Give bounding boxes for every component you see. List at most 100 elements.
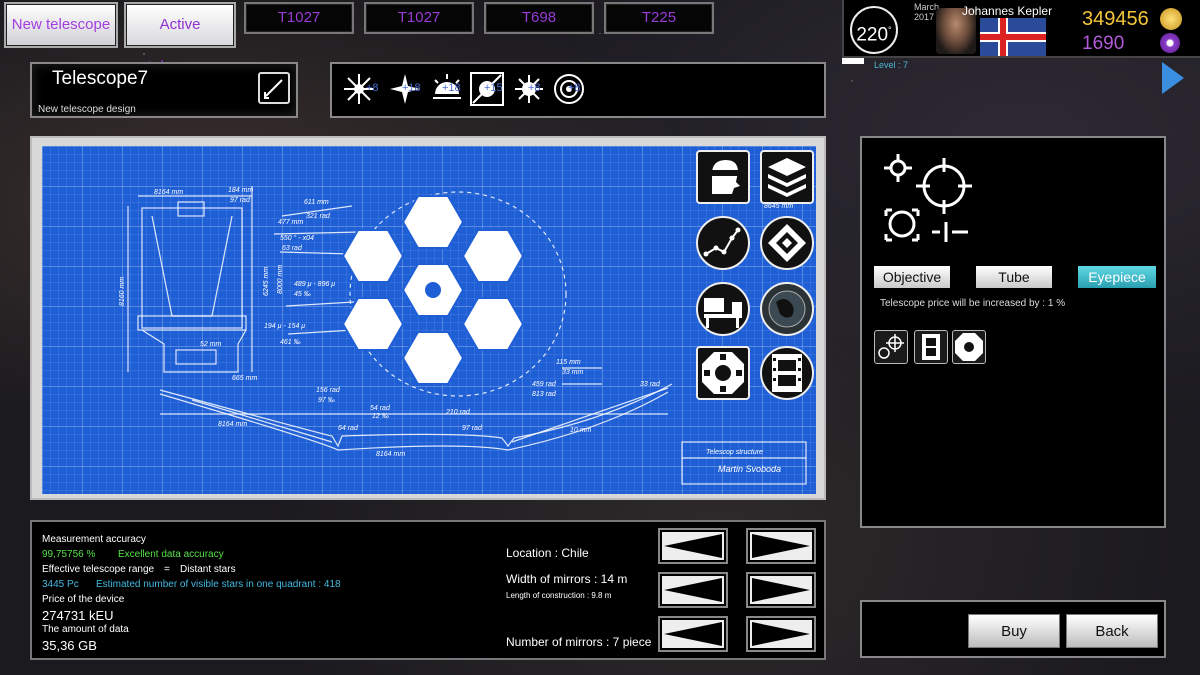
- blueprint-dimension: 97 rad: [462, 425, 483, 432]
- accuracy-label: Measurement accuracy: [42, 534, 146, 545]
- width-next-button[interactable]: [746, 572, 816, 608]
- back-button[interactable]: Back: [1066, 614, 1158, 648]
- blueprint-dimension: 97 ‰: [318, 397, 335, 404]
- date-year: 2017: [914, 12, 934, 22]
- blueprint-dimension: 459 rad: [532, 381, 557, 388]
- blueprint-dimension: 8164 mm: [218, 421, 247, 428]
- rename-button[interactable]: [258, 72, 290, 104]
- engineer-icon: [698, 152, 748, 202]
- film-strip-icon: [762, 348, 812, 398]
- tab-new-telescope[interactable]: New telescope: [4, 2, 118, 48]
- effects-panel: +8 +18 +18 +15 +8 +8: [330, 62, 826, 118]
- location-label: Location : Chile: [506, 546, 589, 560]
- day-counter: 220°: [850, 6, 898, 54]
- data-value: 35,36 GB: [42, 638, 97, 653]
- central-hole: [425, 282, 441, 298]
- mirror-width-label: Width of mirrors : 14 m: [506, 572, 627, 586]
- blueprint-dimension: 45 ‰: [294, 291, 311, 298]
- blueprint-dimension: 33 mm: [562, 369, 584, 376]
- accuracy-value: 99,75756 %: [42, 549, 95, 560]
- tab-active-telescope[interactable]: Active telescope: [124, 2, 236, 48]
- blueprint-dimension: 8164 mm: [154, 189, 183, 196]
- range-equals: =: [164, 564, 170, 575]
- blueprint-dimension: 611 mm: [304, 199, 329, 206]
- blueprint-dimension: 194 μ - 154 μ: [264, 323, 305, 330]
- option-eyepiece-button[interactable]: [952, 330, 986, 364]
- accuracy-desc: Excellent data accuracy: [118, 549, 224, 560]
- tool-engineer-button[interactable]: [696, 150, 750, 204]
- range-label: Effective telescope range: [42, 564, 154, 575]
- telescope-name-panel: Telescope7 New telescope design: [30, 62, 298, 118]
- blueprint-dimension: 461 ‰: [280, 339, 301, 346]
- tool-globe-button[interactable]: [760, 282, 814, 336]
- buy-button[interactable]: Buy: [968, 614, 1060, 648]
- construction-length-label: Length of construction : 9.8 m: [506, 591, 611, 600]
- count-next-button[interactable]: [746, 616, 816, 652]
- eyepiece-module-icon: [953, 331, 985, 363]
- blueprint-dimension: 33 rad: [640, 381, 661, 388]
- location-next-button[interactable]: [746, 528, 816, 564]
- option-crosshair-button[interactable]: [874, 330, 908, 364]
- tool-constellation-button[interactable]: [696, 216, 750, 270]
- blueprint-dimension: 184 mm: [228, 187, 253, 194]
- visible-stars: Estimated number of visible stars in one…: [96, 579, 341, 590]
- tab-telescope-t698[interactable]: T698: [484, 2, 594, 34]
- arrow-left-icon: [660, 574, 726, 606]
- range-value: Distant stars: [180, 564, 236, 575]
- tool-layers-button[interactable]: [760, 150, 814, 204]
- effect-value: +15: [484, 82, 503, 94]
- blueprint-dimension: 115 mm: [556, 359, 581, 366]
- blueprint-dimension: 156 rad: [316, 387, 341, 394]
- telescope-blueprint: 8164 mm 184 mm 97 rad 611 mm 321 rad 477…: [42, 146, 816, 494]
- arrow-left-icon: [660, 530, 726, 562]
- blueprint-dimension: 10 mm: [570, 427, 592, 434]
- tab-telescope-t1027-b[interactable]: T1027: [364, 2, 474, 34]
- blueprint-dimension: 8164 mm: [376, 451, 405, 458]
- arrow-right-icon: [748, 530, 814, 562]
- blueprint-dimension: 97 rad: [230, 197, 251, 204]
- blueprint-frame: 8164 mm 184 mm 97 rad 611 mm 321 rad 477…: [30, 136, 826, 500]
- location-prev-button[interactable]: [658, 528, 728, 564]
- tab-telescope-t225[interactable]: T225: [604, 2, 714, 34]
- pencil-icon: [260, 74, 288, 102]
- tab-eyepiece[interactable]: Eyepiece: [1078, 266, 1156, 288]
- tool-eyepiece-button[interactable]: [696, 346, 750, 400]
- tool-workstation-button[interactable]: [696, 282, 750, 336]
- mirror-count-label: Number of mirrors : 7 piece: [506, 635, 651, 649]
- action-panel: Buy Back: [860, 600, 1166, 658]
- eyepiece-module-icon: [698, 348, 748, 398]
- next-arrow-icon[interactable]: [1162, 62, 1184, 94]
- blueprint-dimension: 813 rad: [532, 391, 557, 398]
- price-label: Price of the device: [42, 594, 124, 605]
- width-prev-button[interactable]: [658, 572, 728, 608]
- signature-name: Martin Svoboda: [718, 464, 781, 474]
- blueprint-dimension: 64 rad: [338, 425, 359, 432]
- tool-emblem-button[interactable]: [760, 216, 814, 270]
- gem-amount: 1690: [1082, 33, 1124, 55]
- globe-icon: [762, 284, 812, 334]
- price-value: 274731 kEU: [42, 608, 114, 623]
- tab-objective[interactable]: Objective: [874, 266, 950, 288]
- count-prev-button[interactable]: [658, 616, 728, 652]
- blueprint-dimension: 8000 mm: [277, 265, 284, 294]
- effect-value: +8: [568, 82, 581, 94]
- coin-icon: [1160, 8, 1182, 30]
- blueprint-dimension: 665 mm: [232, 375, 257, 382]
- arrow-right-icon: [748, 618, 814, 650]
- blueprint-dimension: 210 rad: [445, 409, 471, 416]
- blueprint-dimension: 477 mm: [278, 219, 303, 226]
- player-name: Johannes Kepler: [962, 4, 1052, 18]
- effect-value: +8: [528, 82, 541, 94]
- film-frame-icon: [915, 331, 947, 363]
- tab-tube[interactable]: Tube: [976, 266, 1052, 288]
- arrow-left-icon: [660, 618, 726, 650]
- crosshair-cluster-icon: [875, 331, 907, 363]
- tab-telescope-t1027-a[interactable]: T1027: [244, 2, 354, 34]
- effect-value: +8: [366, 82, 379, 94]
- option-film-frame-button[interactable]: [914, 330, 948, 364]
- level-label: Level : 7: [874, 60, 908, 70]
- distance-value: 3445 Pc: [42, 579, 79, 590]
- arrow-right-icon: [748, 574, 814, 606]
- blueprint-dimension: 52 mm: [200, 341, 222, 348]
- tool-film-button[interactable]: [760, 346, 814, 400]
